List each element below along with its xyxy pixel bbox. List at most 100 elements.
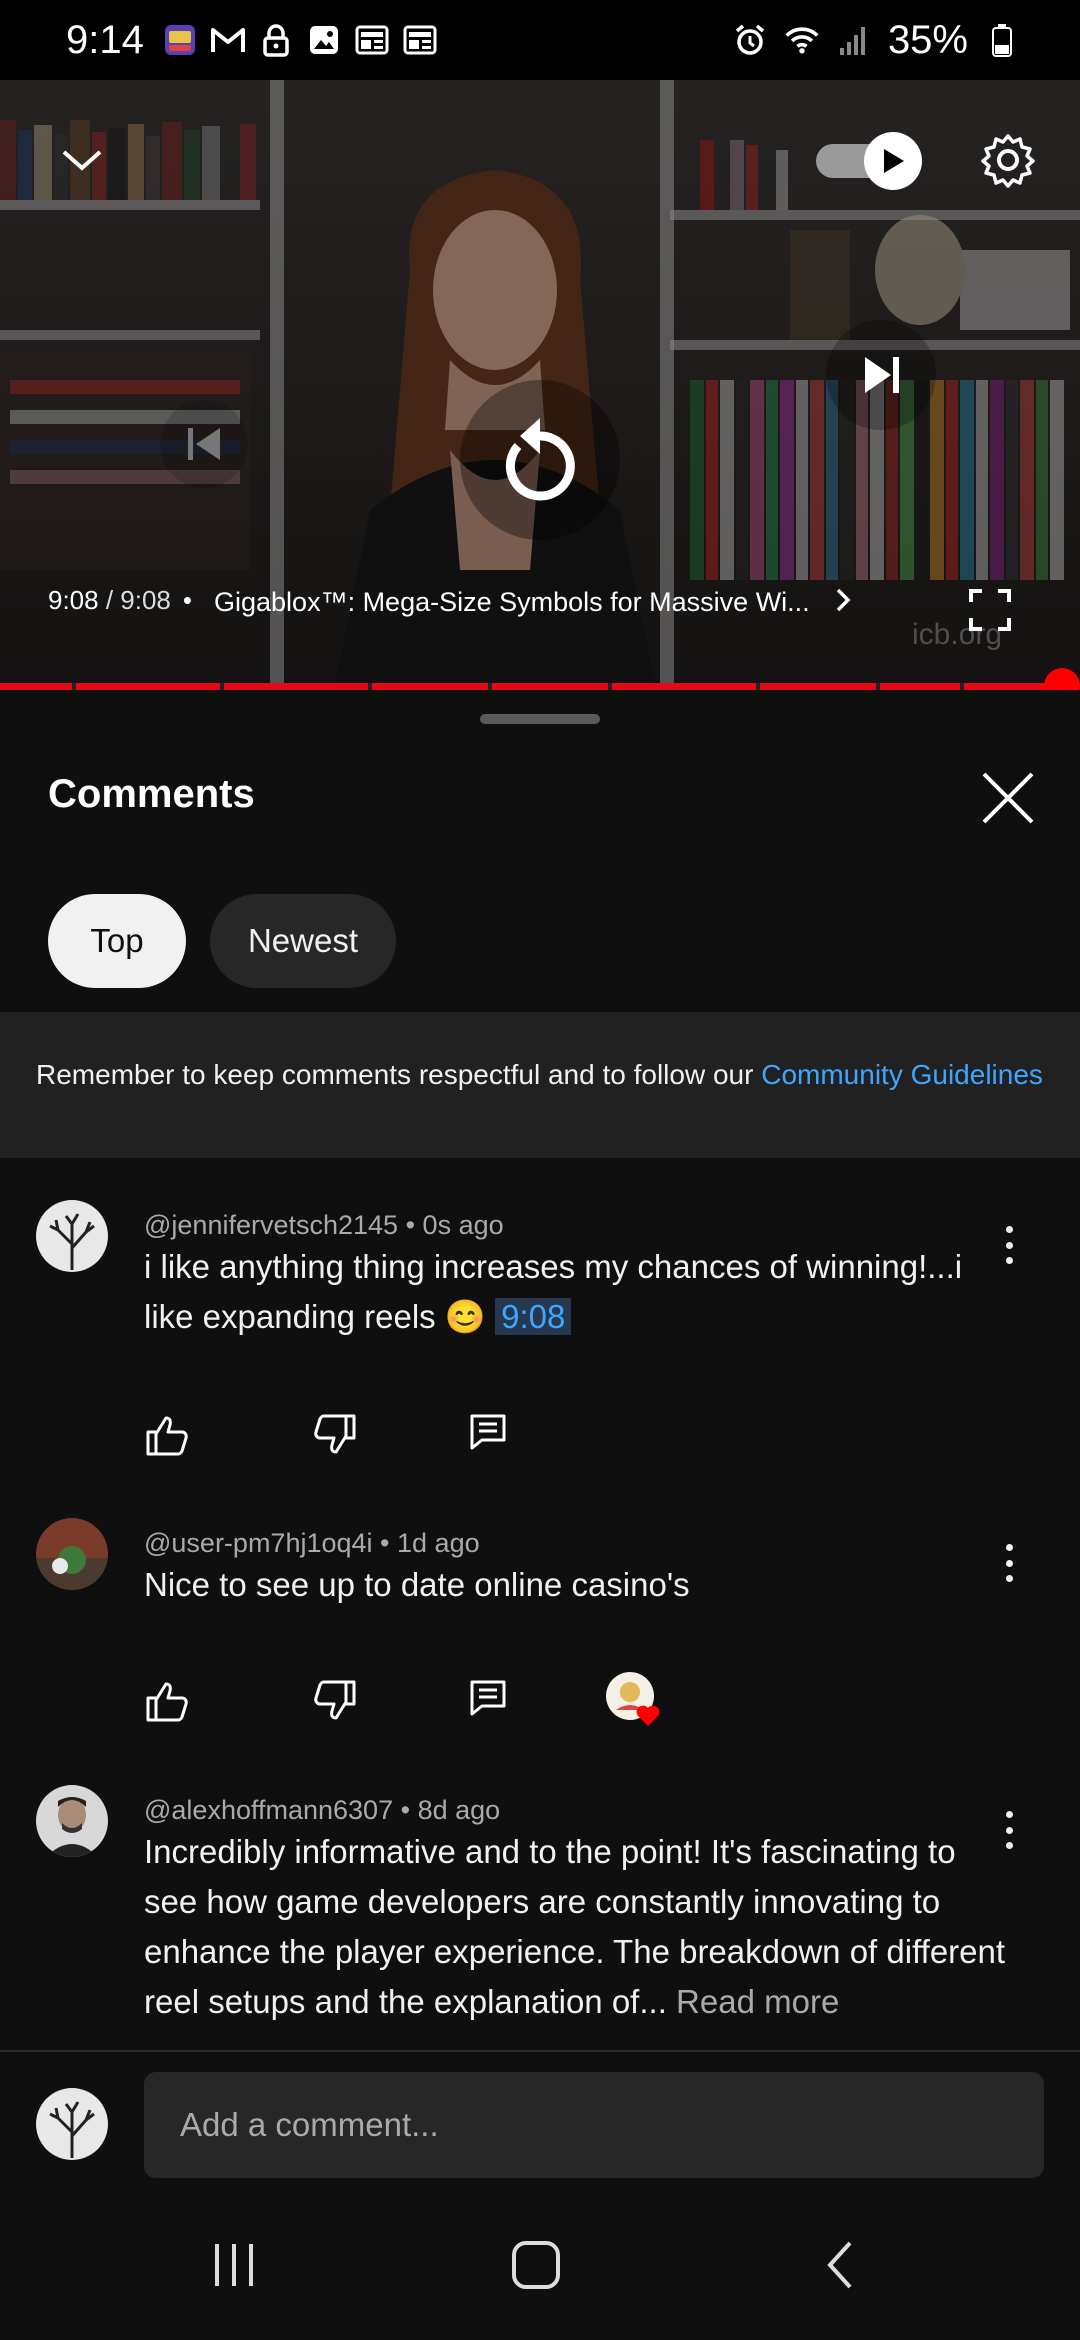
timestamp-link[interactable]: 9:08 (495, 1298, 572, 1335)
chapter-marker (72, 683, 76, 690)
comment-author[interactable]: @jennifervetsch2145 (144, 1210, 398, 1240)
comment-text-block: i like anything thing increases my chanc… (144, 1242, 994, 1342)
close-button[interactable] (980, 770, 1036, 826)
thumbs-down-icon (314, 1680, 356, 1720)
avatar[interactable] (36, 1785, 108, 1857)
skip-previous-icon (188, 428, 220, 460)
settings-button[interactable] (978, 130, 1038, 190)
dislike-button[interactable] (312, 1412, 362, 1462)
signal-icon (836, 22, 872, 58)
reply-button[interactable] (468, 1412, 518, 1462)
system-nav-bar (0, 2190, 1080, 2340)
comment-item: @jennifervetsch2145 • 0s ago i like anyt… (0, 1190, 1080, 1490)
comment-meta: @alexhoffmann6307 • 8d ago (144, 1795, 500, 1826)
thumbs-down-icon (314, 1414, 356, 1454)
gmail-icon (210, 22, 246, 58)
comment-age: 8d ago (417, 1795, 501, 1825)
comment-text: Nice to see up to date online casino's (144, 1566, 690, 1603)
chip-newest[interactable]: Newest (210, 894, 396, 988)
comments-sheet: Comments Top Newest Remember to keep com… (0, 690, 1080, 2050)
comment-text-block: Incredibly informative and to the point!… (144, 1827, 1014, 2027)
add-comment-bar: Add a comment... (0, 2050, 1080, 2190)
back-button[interactable] (800, 2230, 880, 2300)
chapter-marker (960, 683, 964, 690)
dislike-button[interactable] (312, 1678, 362, 1728)
read-more-link[interactable]: Read more (676, 1983, 839, 2020)
like-button[interactable] (144, 1412, 194, 1462)
avatar[interactable] (36, 1200, 108, 1272)
skip-next-icon (865, 357, 899, 393)
battery-percentage: 35% (887, 17, 968, 62)
status-time: 9:14 (66, 17, 144, 62)
comment-meta: @user-pm7hj1oq4i • 1d ago (144, 1528, 480, 1559)
gallery-icon (306, 22, 342, 58)
thumbs-up-icon (146, 1416, 188, 1456)
game-app-icon (162, 22, 198, 58)
reply-button[interactable] (468, 1678, 518, 1728)
time-display: 9:08 / 9:08 • (48, 585, 192, 616)
collapse-button[interactable] (58, 142, 106, 178)
meta-dot: • (400, 1795, 418, 1825)
comment-meta: @jennifervetsch2145 • 0s ago (144, 1210, 504, 1241)
comment-item: @alexhoffmann6307 • 8d ago Incredibly in… (0, 1775, 1080, 2055)
meta-dot: • (380, 1528, 398, 1558)
chip-top[interactable]: Top (48, 894, 186, 988)
lock-icon (258, 22, 294, 58)
status-bar: 9:14 35% (0, 0, 1080, 80)
wifi-icon (784, 22, 820, 58)
watermark: icb.org (912, 618, 1003, 651)
comment-age: 0s ago (422, 1210, 504, 1240)
recent-apps-button[interactable] (194, 2230, 274, 2300)
chapter-marker (368, 683, 372, 690)
my-avatar (36, 2088, 108, 2160)
video-title[interactable]: Gigablox™: Mega-Size Symbols for Massive… (214, 587, 851, 620)
alarm-icon (732, 22, 768, 58)
chapter-marker (756, 683, 760, 690)
comment-age: 1d ago (397, 1528, 480, 1558)
current-time: 9:08 (48, 585, 99, 615)
bullet-separator: • (182, 585, 192, 615)
next-button[interactable] (826, 320, 936, 430)
time-separator: / (98, 585, 121, 615)
creator-heart-badge (604, 1670, 664, 1730)
news-icon (354, 22, 390, 58)
reply-icon (470, 1414, 506, 1450)
comments-title: Comments (48, 772, 255, 816)
notice-text: Remember to keep comments respectful and… (36, 1059, 762, 1090)
drag-handle[interactable] (480, 714, 600, 724)
status-right: 35% (732, 18, 1020, 63)
chapter-marker (876, 683, 880, 690)
duration: 9:08 (120, 585, 171, 615)
add-comment-input[interactable]: Add a comment... (144, 2072, 1044, 2178)
chevron-right-icon (835, 587, 851, 620)
community-notice: Remember to keep comments respectful and… (0, 1012, 1080, 1158)
news-icon (402, 22, 438, 58)
previous-button[interactable] (160, 400, 248, 488)
meta-dot: • (405, 1210, 423, 1240)
community-guidelines-link[interactable]: Community Guidelines (761, 1059, 1043, 1090)
comment-author[interactable]: @alexhoffmann6307 (144, 1795, 393, 1825)
replay-button[interactable] (460, 380, 620, 540)
close-icon (982, 772, 1034, 824)
thumbs-up-icon (146, 1682, 188, 1722)
comment-author[interactable]: @user-pm7hj1oq4i (144, 1528, 373, 1558)
chapter-marker (488, 683, 492, 690)
recents-icon (215, 2244, 253, 2286)
progress-bar[interactable] (0, 683, 1060, 690)
gear-icon (981, 134, 1035, 188)
comment-item: @user-pm7hj1oq4i • 1d ago Nice to see up… (0, 1508, 1080, 1738)
chapter-marker (608, 683, 612, 690)
more-options-button[interactable] (994, 1220, 1024, 1270)
replay-icon (505, 418, 575, 501)
home-icon (512, 2241, 560, 2289)
avatar[interactable] (36, 1518, 108, 1590)
like-button[interactable] (144, 1678, 194, 1728)
video-player[interactable]: 9:08 / 9:08 • Gigablox™: Mega-Size Symbo… (0, 80, 1080, 690)
autoplay-toggle[interactable] (816, 132, 926, 190)
home-button[interactable] (496, 2230, 576, 2300)
play-icon (864, 132, 922, 190)
battery-icon (984, 22, 1020, 58)
video-title-text: Gigablox™: Mega-Size Symbols for Massive… (214, 587, 810, 617)
reply-icon (470, 1680, 506, 1716)
notification-icons (162, 22, 438, 58)
